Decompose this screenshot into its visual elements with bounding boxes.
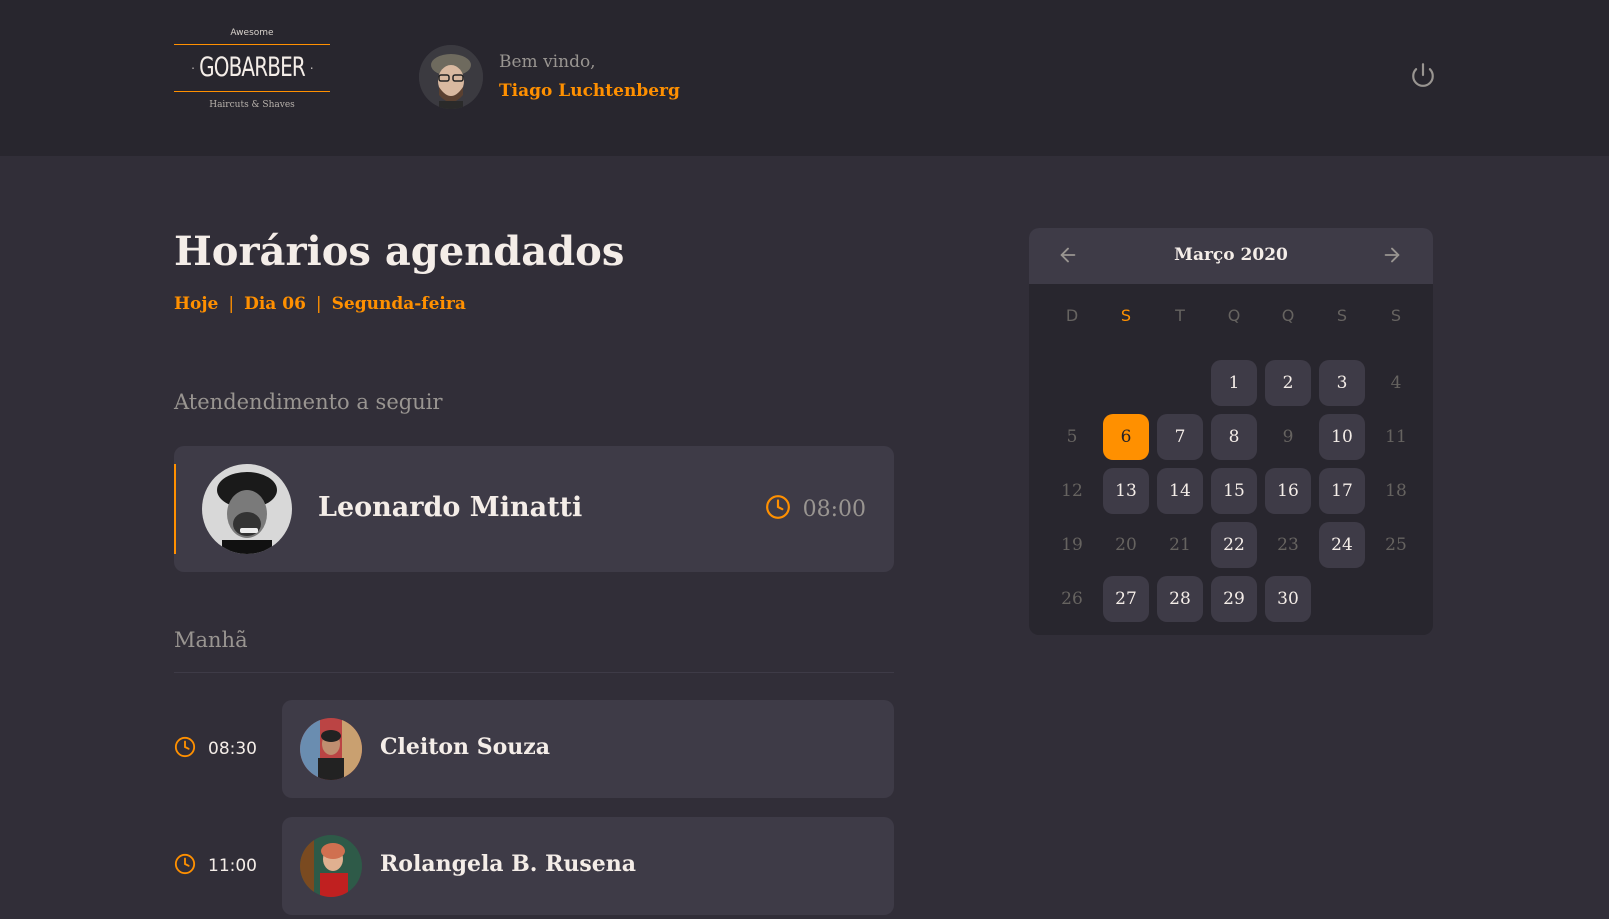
calendar-day: 4 — [1390, 373, 1402, 393]
calendar-day[interactable]: 16 — [1265, 468, 1311, 514]
calendar-day[interactable]: 1 — [1211, 360, 1257, 406]
appointment-time: 08:00 — [765, 494, 866, 524]
client-avatar — [202, 464, 292, 554]
calendar: Março 2020 DSTQQSS 1 2 3 4 5 6 7 8 9 10 11 12 13 14 15… — [1029, 228, 1433, 635]
calendar-day: 21 — [1169, 535, 1191, 555]
calendar-day[interactable]: 14 — [1157, 468, 1203, 514]
subtitle-day: Dia 06 — [244, 294, 306, 314]
clock-icon — [765, 494, 791, 524]
logo-main-text: · GOBARBER · — [191, 52, 314, 83]
logo-bottom-rule — [174, 91, 330, 92]
page-title: Horários agendados — [174, 228, 625, 275]
calendar-day[interactable]: 3 — [1319, 360, 1365, 406]
client-name: Cleiton Souza — [380, 734, 551, 760]
appointment-card[interactable]: Cleiton Souza — [282, 700, 894, 798]
calendar-day[interactable]: 13 — [1103, 468, 1149, 514]
appointment-time-text: 08:00 — [802, 496, 866, 522]
calendar-days: 1 2 3 4 5 6 7 8 9 10 11 12 13 14 15 16 17 18 19 20 21 22 23 24 2… — [1045, 356, 1423, 626]
subtitle-today: Hoje — [174, 294, 219, 314]
calendar-day[interactable]: 28 — [1157, 576, 1203, 622]
clock-icon — [174, 853, 196, 879]
appointment-row: 08:30 Cleiton Souza — [174, 700, 894, 798]
calendar-day: 19 — [1061, 535, 1083, 555]
weekday-label: D — [1065, 306, 1079, 325]
appointment-time-text: 08:30 — [208, 739, 257, 759]
calendar-day: 9 — [1282, 427, 1294, 447]
calendar-header: Março 2020 — [1029, 228, 1433, 284]
weekday-label: S — [1336, 306, 1348, 325]
logo-top-text: Awesome — [230, 28, 274, 38]
section-divider — [174, 672, 894, 673]
calendar-day[interactable]: 22 — [1211, 522, 1257, 568]
calendar-day-selected[interactable]: 6 — [1103, 414, 1149, 460]
user-profile: Bem vindo, Tiago Luchtenberg — [419, 45, 680, 109]
calendar-day: 23 — [1277, 535, 1299, 555]
weekday-label: Q — [1227, 306, 1241, 325]
calendar-day[interactable]: 30 — [1265, 576, 1311, 622]
weekday-label: T — [1175, 306, 1185, 325]
client-avatar — [300, 835, 362, 897]
calendar-weekdays: DSTQQSS — [1045, 306, 1423, 325]
calendar-day[interactable]: 8 — [1211, 414, 1257, 460]
calendar-day: 18 — [1385, 481, 1407, 501]
user-avatar[interactable] — [419, 45, 483, 109]
welcome-block: Bem vindo, Tiago Luchtenberg — [499, 48, 680, 106]
next-appointment-card[interactable]: Leonardo Minatti 08:00 — [174, 446, 894, 572]
calendar-day[interactable]: 2 — [1265, 360, 1311, 406]
calendar-day[interactable]: 29 — [1211, 576, 1257, 622]
weekday-label: S — [1390, 306, 1402, 325]
gobarber-logo: Awesome · GOBARBER · Haircuts & Shaves — [174, 26, 330, 124]
next-appointment-heading: Atendendimento a seguir — [174, 390, 443, 414]
arrow-right-icon[interactable] — [1381, 244, 1405, 268]
subtitle-separator: | — [315, 294, 322, 314]
appointment-card[interactable]: Rolangela B. Rusena — [282, 817, 894, 915]
user-name-link[interactable]: Tiago Luchtenberg — [499, 76, 680, 106]
calendar-day[interactable]: 7 — [1157, 414, 1203, 460]
calendar-day[interactable]: 24 — [1319, 522, 1365, 568]
appointment-time-text: 11:00 — [208, 856, 257, 876]
calendar-day[interactable]: 10 — [1319, 414, 1365, 460]
appointment-time: 08:30 — [174, 736, 257, 762]
client-name: Leonardo Minatti — [318, 492, 583, 523]
weekday-label: Q — [1281, 306, 1295, 325]
date-subtitle: Hoje | Dia 06 | Segunda-feira — [174, 294, 466, 314]
appointment-time: 11:00 — [174, 853, 257, 879]
weekday-label: S — [1120, 306, 1132, 325]
welcome-text: Bem vindo, — [499, 52, 596, 72]
calendar-day: 5 — [1066, 427, 1078, 447]
morning-section-heading: Manhã — [174, 628, 248, 652]
calendar-day: 12 — [1061, 481, 1083, 501]
calendar-day: 11 — [1385, 427, 1407, 447]
client-name: Rolangela B. Rusena — [380, 851, 637, 877]
calendar-day[interactable]: 27 — [1103, 576, 1149, 622]
client-avatar — [300, 718, 362, 780]
calendar-day: 20 — [1115, 535, 1137, 555]
calendar-day: 26 — [1061, 589, 1083, 609]
calendar-day[interactable]: 15 — [1211, 468, 1257, 514]
app-header: Awesome · GOBARBER · Haircuts & Shaves B… — [0, 0, 1609, 156]
subtitle-weekday: Segunda-feira — [331, 294, 466, 314]
clock-icon — [174, 736, 196, 762]
calendar-month-label: Março 2020 — [1174, 245, 1288, 265]
calendar-day: 25 — [1385, 535, 1407, 555]
subtitle-separator: | — [228, 294, 235, 314]
logo-bottom-text: Haircuts & Shaves — [209, 100, 295, 110]
power-icon[interactable] — [1410, 62, 1436, 88]
accent-bar — [174, 464, 176, 554]
calendar-day[interactable]: 17 — [1319, 468, 1365, 514]
appointment-row: 11:00 Rolangela B. Rusena — [174, 817, 894, 915]
